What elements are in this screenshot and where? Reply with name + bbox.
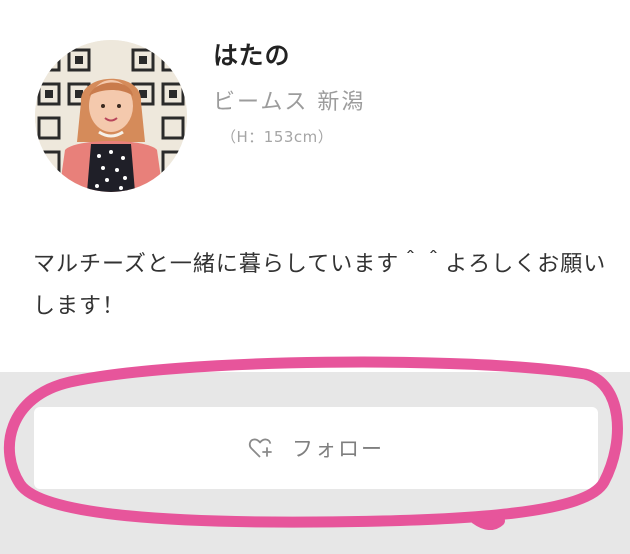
- shop-name[interactable]: ビームス 新潟: [213, 84, 365, 116]
- heart-plus-icon: [248, 436, 274, 460]
- user-name: はたの: [213, 41, 291, 70]
- profile-card: はたの ビームス 新潟 （H：153cm） マルチーズと一緒に暮らしています＾＾…: [0, 0, 630, 372]
- follow-section: フォロー: [0, 372, 630, 554]
- profile-bio: マルチーズと一緒に暮らしています＾＾よろしくお願いします！: [33, 252, 607, 319]
- avatar-photo: [35, 40, 187, 192]
- user-height: （H：153cm）: [221, 128, 334, 146]
- avatar[interactable]: [35, 40, 187, 192]
- follow-label: フォロー: [292, 437, 384, 461]
- follow-button[interactable]: フォロー: [34, 407, 598, 489]
